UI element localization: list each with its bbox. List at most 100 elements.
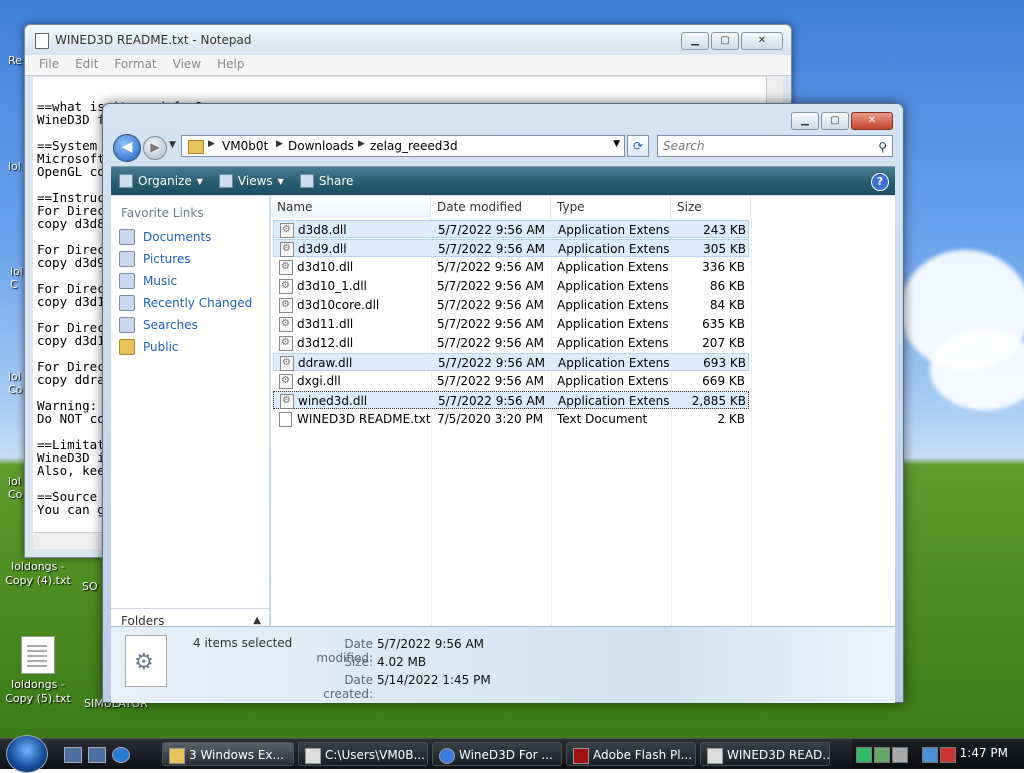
maximize-button[interactable]: ▢: [821, 112, 849, 130]
column-divider: [751, 218, 752, 626]
breadcrumb-item[interactable]: VM0b0t: [222, 139, 268, 153]
favorite-link-recently-changed[interactable]: Recently Changed: [111, 292, 269, 314]
show-desktop-icon[interactable]: [64, 747, 82, 763]
system-tray: 1:47 PM: [852, 739, 1024, 769]
tray-icon[interactable]: [874, 747, 890, 763]
favorite-label: Recently Changed: [143, 296, 253, 310]
close-button[interactable]: ✕: [851, 112, 893, 130]
refresh-button[interactable]: ⟳: [627, 135, 649, 157]
favorite-link-music[interactable]: Music: [111, 270, 269, 292]
chevron-right-icon[interactable]: ▶: [358, 139, 365, 149]
minimize-button[interactable]: ▁: [791, 112, 819, 130]
file-type: Text Document: [557, 412, 648, 426]
file-row[interactable]: d3d12.dll 5/7/2022 9:56 AM Application Ext…: [273, 334, 749, 352]
share-label: Share: [318, 174, 354, 188]
file-date: 5/7/2022 9:56 AM: [438, 242, 546, 256]
taskbar-button-notepad[interactable]: WINED3D READ...: [700, 742, 830, 766]
switch-windows-icon[interactable]: [88, 747, 106, 763]
views-button[interactable]: Views ▼: [211, 167, 292, 195]
file-row[interactable]: dxgi.dll 5/7/2022 9:56 AM Application Exte…: [273, 372, 749, 390]
organize-button[interactable]: Organize ▼: [111, 167, 211, 195]
desktop-icon-loldongs-copy-4[interactable]: loldongs - Copy (4).txt: [2, 560, 74, 588]
file-size: 336 KB: [702, 260, 745, 274]
clock[interactable]: 1:47 PM: [960, 746, 1008, 760]
favorite-link-documents[interactable]: Documents: [111, 226, 269, 248]
menu-format[interactable]: Format: [106, 55, 164, 75]
file-date: 5/7/2022 9:56 AM: [437, 298, 545, 312]
breadcrumb-item[interactable]: zelag_reeed3d: [370, 139, 458, 153]
flash-icon: [573, 748, 589, 764]
address-bar[interactable]: ▶ VM0b0t ▶ Downloads ▶ zelag_reeed3d ▼: [181, 135, 625, 157]
dll-file-icon: [279, 315, 293, 333]
taskbar-button-browser[interactable]: WineD3D For ...: [432, 742, 562, 766]
minimize-button[interactable]: ▁: [681, 32, 709, 50]
file-row[interactable]: d3d10.dll 5/7/2022 9:56 AM Application Ext…: [273, 258, 749, 276]
desktop-partial-label: lol Co: [8, 475, 23, 501]
dll-file-icon: [280, 354, 294, 372]
chevron-right-icon[interactable]: ▶: [276, 139, 283, 149]
dll-file-icon: [280, 221, 294, 239]
text-file-icon: [279, 412, 292, 427]
desktop-icon-loldongs-copy-5[interactable]: loldongs - Copy (5).txt: [2, 636, 74, 706]
tray-icon[interactable]: [892, 747, 908, 763]
column-header-type[interactable]: Type: [551, 196, 671, 218]
column-header-name[interactable]: Name: [271, 196, 431, 218]
share-button[interactable]: Share: [292, 167, 362, 195]
file-row[interactable]: ddraw.dll 5/7/2022 9:56 AM Application Ext…: [273, 353, 749, 372]
chevron-right-icon[interactable]: ▶: [208, 139, 215, 149]
folder-icon: [188, 140, 204, 154]
explorer-titlebar[interactable]: ▁ ▢ ✕: [103, 104, 903, 134]
file-row[interactable]: d3d8.dll 5/7/2022 9:56 AM Application Exte…: [273, 220, 749, 239]
menu-file[interactable]: File: [31, 55, 67, 75]
menu-edit[interactable]: Edit: [67, 55, 106, 75]
taskbar-button-7zip[interactable]: C:\Users\VM0B...: [298, 742, 428, 766]
file-row[interactable]: d3d11.dll 5/7/2022 9:56 AM Application Ext…: [273, 315, 749, 333]
notepad-titlebar[interactable]: WINED3D README.txt - Notepad ▁ ▢ ✕: [25, 25, 791, 55]
file-row[interactable]: d3d9.dll 5/7/2022 9:56 AM Application Exte…: [273, 239, 749, 258]
file-size: 305 KB: [703, 242, 746, 256]
address-dropdown-icon[interactable]: ▼: [613, 139, 620, 149]
favorite-link-pictures[interactable]: Pictures: [111, 248, 269, 270]
search-input[interactable]: Search ⚲: [657, 135, 893, 157]
file-type: Application Extens...: [558, 394, 670, 408]
column-header-size[interactable]: Size: [671, 196, 751, 218]
recent-icon: [119, 295, 135, 311]
cloud: [930, 330, 1024, 410]
taskbar-button-explorer[interactable]: 3 Windows Ex...: [162, 742, 294, 766]
file-row[interactable]: d3d10_1.dll 5/7/2022 9:56 AM Application E…: [273, 277, 749, 295]
share-icon: [299, 174, 314, 188]
notepad-icon: [707, 748, 723, 764]
help-icon[interactable]: ?: [871, 173, 889, 191]
menu-help[interactable]: Help: [209, 55, 252, 75]
tray-icon[interactable]: [856, 747, 872, 763]
back-button[interactable]: ◀: [113, 134, 141, 162]
file-row[interactable]: wined3d.dll 5/7/2022 9:56 AM Application E…: [273, 391, 749, 410]
network-icon[interactable]: [922, 747, 938, 763]
desktop-icon-label: loldongs - Copy (4).txt: [5, 560, 71, 587]
start-button[interactable]: [6, 735, 48, 773]
breadcrumb-item[interactable]: Downloads: [288, 139, 354, 153]
search-icon[interactable]: ⚲: [878, 137, 887, 157]
menu-view[interactable]: View: [165, 55, 209, 75]
size-value: 4.02 MB: [377, 655, 427, 669]
dll-file-icon: [279, 277, 293, 295]
selection-count: 4 items selected: [193, 636, 293, 650]
file-row[interactable]: d3d10core.dll 5/7/2022 9:56 AM Application…: [273, 296, 749, 314]
file-type: Application Extens...: [557, 317, 669, 331]
recent-pages-dropdown-icon[interactable]: ▼: [169, 140, 176, 150]
volume-muted-icon[interactable]: [940, 747, 956, 763]
taskbar-button-flash[interactable]: Adobe Flash Pl...: [566, 742, 696, 766]
explorer-window[interactable]: ▁ ▢ ✕ ◀ ▶ ▼ ▶ VM0b0t ▶ Downloads ▶ zelag…: [102, 103, 904, 703]
file-row[interactable]: WINED3D README.txt 7/5/2020 3:20 PM Text D…: [273, 410, 749, 428]
desktop-icon-label: loldongs - Copy (5).txt: [5, 678, 71, 705]
dll-file-icon: [279, 334, 293, 352]
column-header-date[interactable]: Date modified: [431, 196, 551, 218]
favorite-link-public[interactable]: Public: [111, 336, 269, 358]
file-size: 2 KB: [717, 412, 745, 426]
forward-button[interactable]: ▶: [143, 136, 167, 160]
close-button[interactable]: ✕: [741, 32, 783, 50]
maximize-button[interactable]: ▢: [711, 32, 739, 50]
favorite-link-searches[interactable]: Searches: [111, 314, 269, 336]
dll-file-icon: [280, 240, 294, 258]
internet-explorer-icon[interactable]: [112, 747, 130, 763]
